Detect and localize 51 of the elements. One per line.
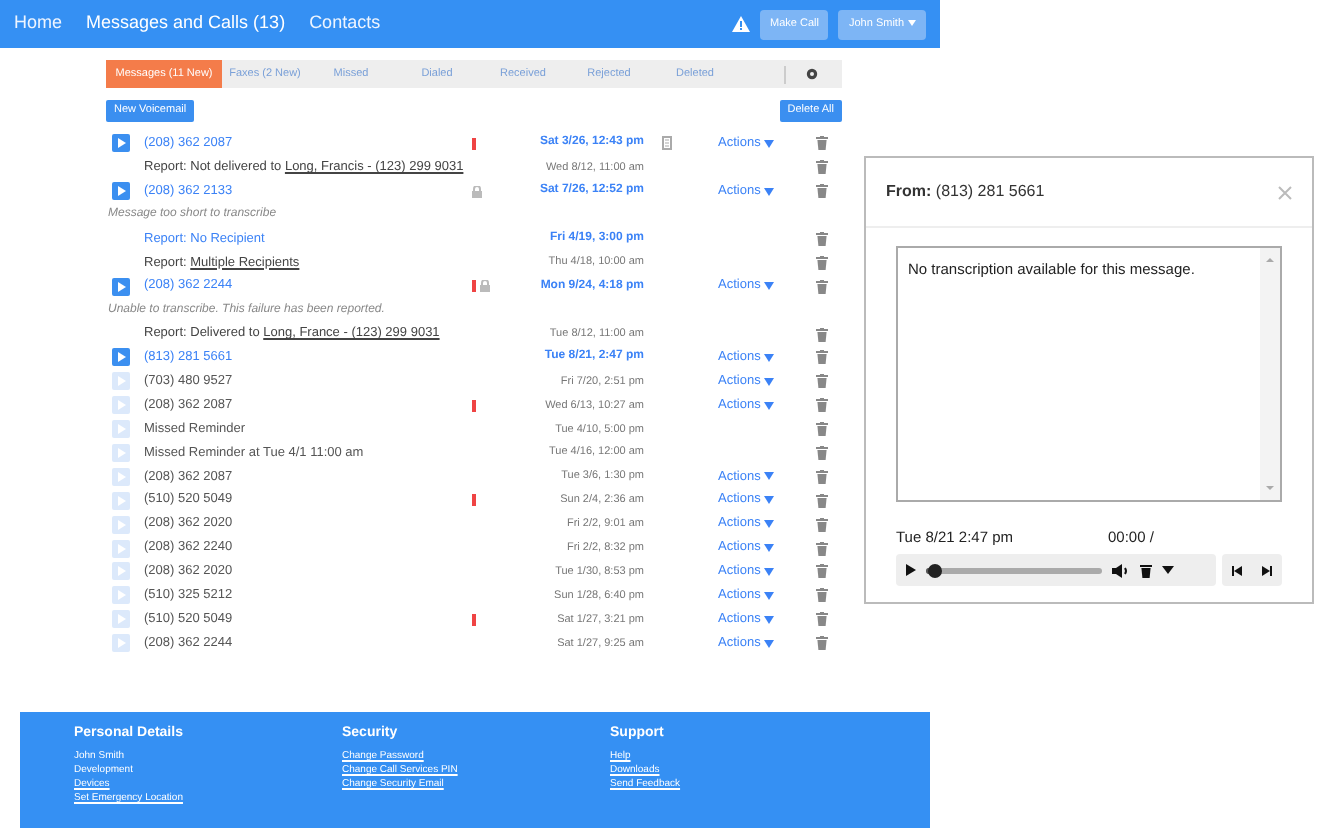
play-icon bbox=[117, 424, 125, 435]
caret-icon bbox=[764, 282, 775, 291]
nav-link[interactable]: Messages and Calls (13) bbox=[86, 10, 286, 38]
play-icon bbox=[117, 614, 125, 625]
caret-icon bbox=[764, 401, 775, 410]
caret-icon bbox=[764, 496, 775, 505]
play-icon bbox=[117, 138, 125, 149]
play-icon[interactable] bbox=[906, 564, 916, 577]
play-icon bbox=[117, 471, 125, 482]
caret-icon bbox=[764, 567, 775, 576]
caret-icon bbox=[764, 187, 775, 196]
play-icon bbox=[117, 376, 125, 387]
play-icon bbox=[117, 281, 125, 292]
trash-icon[interactable] bbox=[1140, 563, 1152, 578]
caret-icon bbox=[764, 377, 775, 386]
play-icon bbox=[117, 352, 125, 363]
nav-link[interactable]: Home bbox=[14, 10, 63, 38]
play-icon bbox=[117, 448, 125, 459]
play-button[interactable] bbox=[112, 277, 130, 296]
warning-icon[interactable] bbox=[732, 16, 751, 32]
close-icon[interactable] bbox=[1278, 185, 1292, 199]
caret-icon bbox=[908, 19, 916, 26]
caret-icon bbox=[764, 520, 775, 529]
caret-icon bbox=[764, 591, 775, 600]
play-icon bbox=[117, 495, 125, 506]
play-icon bbox=[117, 543, 125, 554]
play-button[interactable] bbox=[112, 182, 130, 201]
progress-track[interactable] bbox=[926, 567, 1102, 574]
play-icon bbox=[117, 519, 125, 530]
caret-icon bbox=[764, 615, 775, 624]
nav-link[interactable]: Contacts bbox=[309, 10, 381, 38]
play-button[interactable] bbox=[112, 134, 130, 153]
caret-icon bbox=[764, 139, 775, 148]
caret-icon bbox=[764, 472, 775, 481]
settings-icon[interactable] bbox=[806, 68, 818, 80]
play-icon bbox=[117, 638, 125, 649]
volume-icon[interactable] bbox=[1112, 563, 1130, 578]
play-icon bbox=[117, 186, 125, 197]
play-icon bbox=[117, 590, 125, 601]
caret-icon[interactable] bbox=[1162, 566, 1174, 575]
from-label: From: (813) 281 5661 bbox=[886, 180, 1045, 204]
caret-icon bbox=[764, 544, 775, 553]
scrollbar[interactable] bbox=[1260, 248, 1280, 500]
skip-forward-icon[interactable] bbox=[1262, 565, 1273, 576]
skip-back-icon[interactable] bbox=[1232, 565, 1243, 576]
play-icon bbox=[117, 400, 125, 411]
caret-icon bbox=[764, 639, 775, 648]
play-icon bbox=[117, 566, 125, 577]
caret-icon bbox=[764, 353, 775, 362]
play-button[interactable] bbox=[112, 348, 130, 367]
document-icon[interactable] bbox=[661, 136, 671, 151]
